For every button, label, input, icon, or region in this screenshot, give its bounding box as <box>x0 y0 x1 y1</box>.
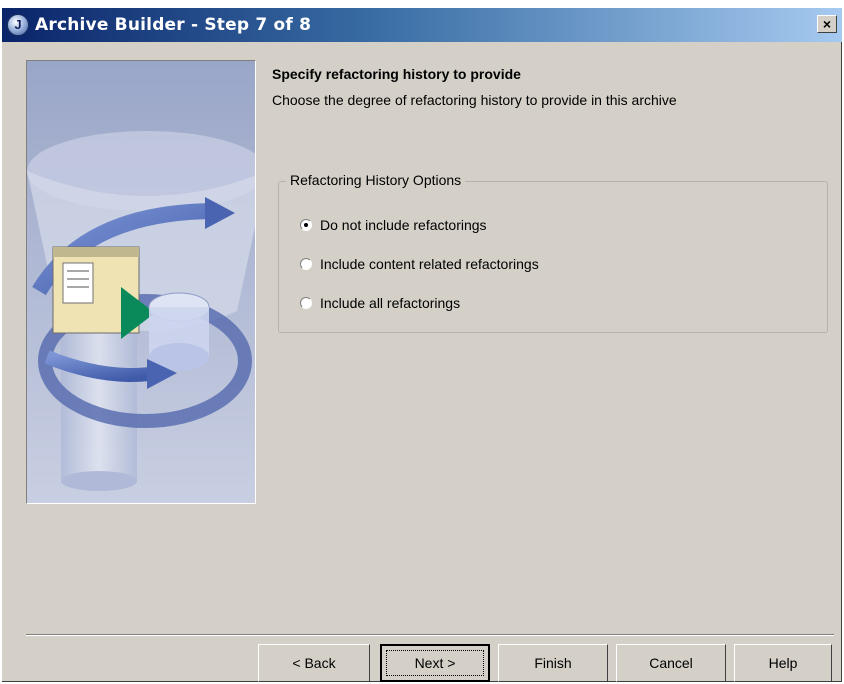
close-button[interactable]: × <box>817 15 837 33</box>
help-button[interactable]: Help <box>734 644 832 682</box>
close-icon: × <box>822 16 832 32</box>
radio-button-checked[interactable] <box>300 219 312 231</box>
page-description: Choose the degree of refactoring history… <box>272 92 677 108</box>
finish-button[interactable]: Finish <box>498 644 608 682</box>
option-content-related[interactable]: Include content related refactorings <box>300 254 539 274</box>
option-include-all[interactable]: Include all refactorings <box>300 293 460 313</box>
archive-builder-dialog: J Archive Builder - Step 7 of 8 × Specif… <box>2 8 842 682</box>
cancel-button[interactable]: Cancel <box>616 644 726 682</box>
app-icon: J <box>7 14 29 36</box>
focus-ring <box>386 650 484 676</box>
background-strip <box>0 0 844 8</box>
next-button[interactable]: Next > <box>380 644 490 682</box>
wizard-banner-image <box>26 60 256 504</box>
window-title: Archive Builder - Step 7 of 8 <box>35 15 312 35</box>
option-label: Do not include refactorings <box>320 217 487 233</box>
option-label: Include all refactorings <box>320 295 461 311</box>
button-separator <box>26 634 834 636</box>
archive-illustration <box>27 61 255 503</box>
radio-button[interactable] <box>300 258 312 270</box>
radio-button[interactable] <box>300 297 312 309</box>
refactoring-options-group-label: Refactoring History Options <box>286 172 466 188</box>
option-do-not-include[interactable]: Do not include refactorings <box>300 215 487 235</box>
page-heading: Specify refactoring history to provide <box>272 66 521 82</box>
title-bar[interactable]: J Archive Builder - Step 7 of 8 × <box>2 8 842 42</box>
back-button[interactable]: < Back <box>258 644 370 682</box>
option-label: Include content related refactorings <box>320 256 539 272</box>
